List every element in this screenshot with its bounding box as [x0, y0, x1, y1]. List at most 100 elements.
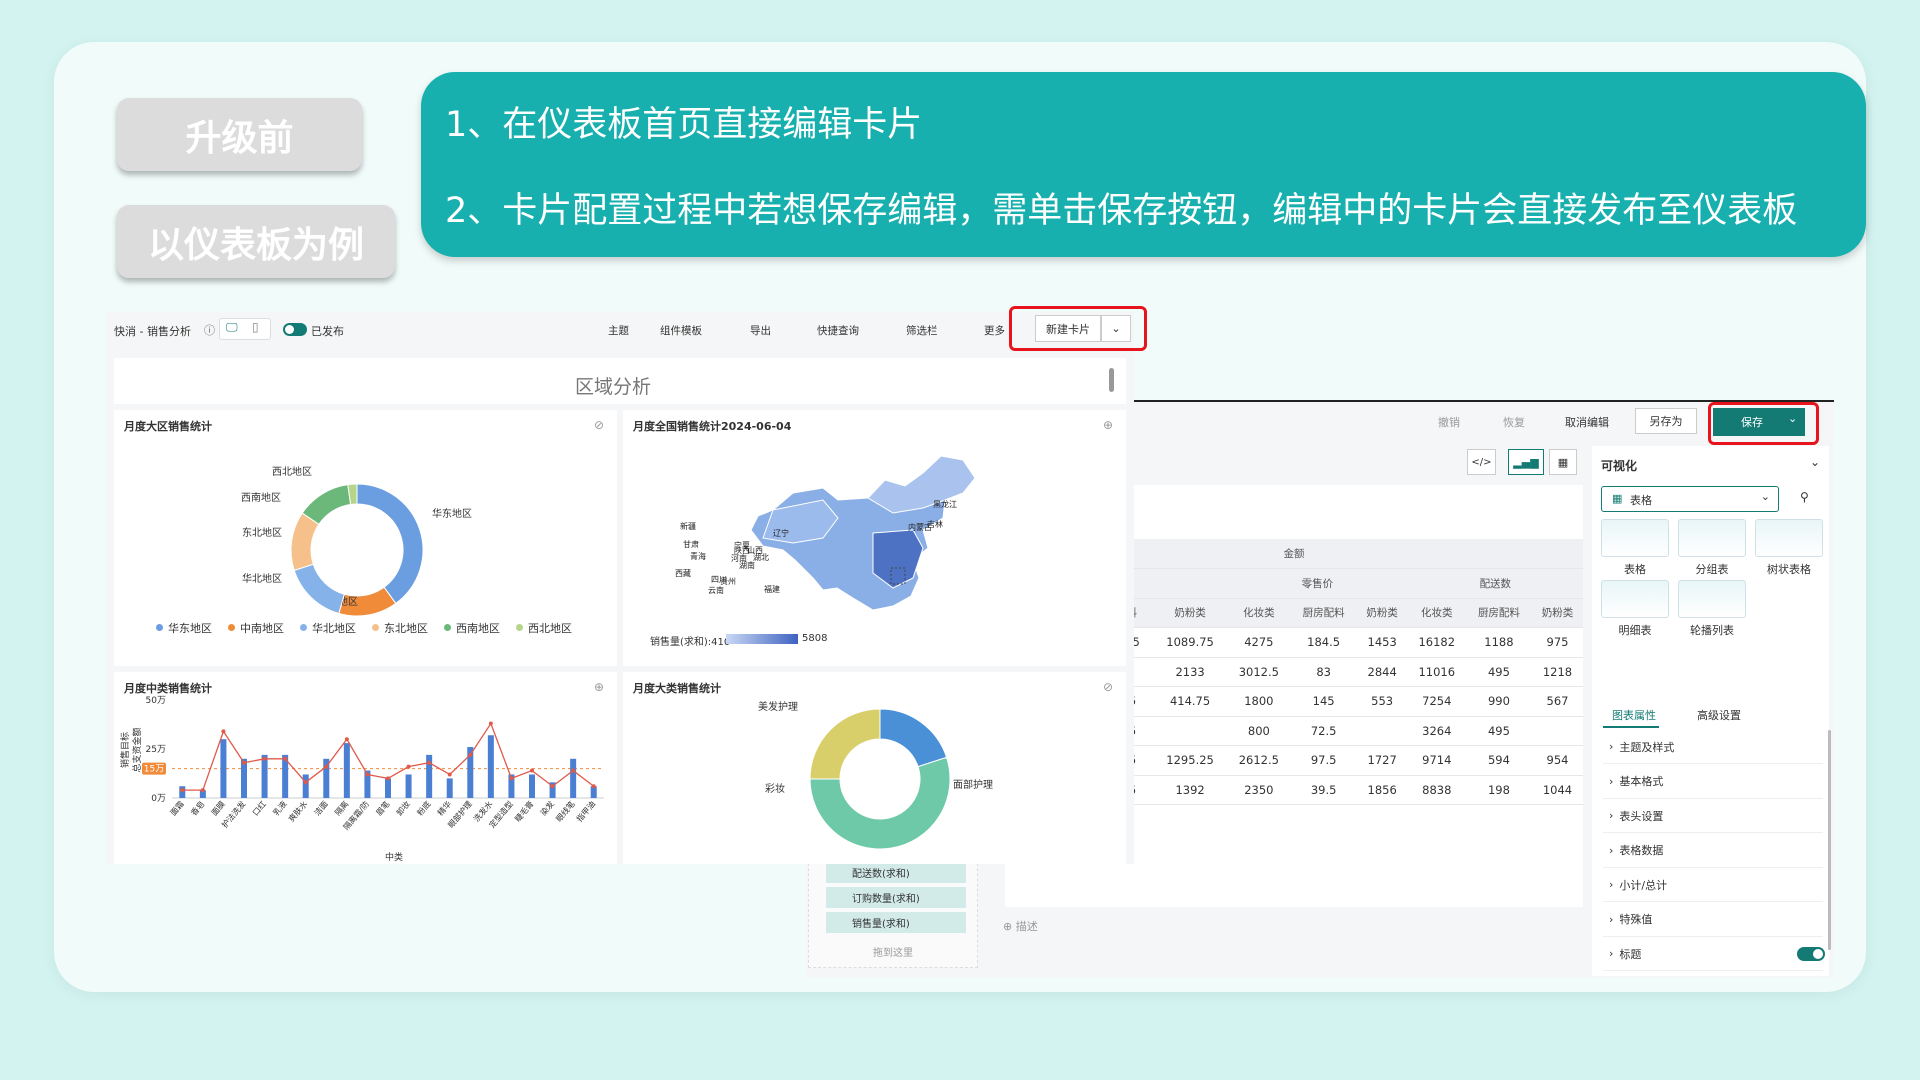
line-point[interactable] — [221, 729, 226, 734]
chart-type-option[interactable]: 表格 — [1601, 519, 1669, 577]
legend-item[interactable]: 西北地区 — [516, 620, 572, 636]
pie-slice[interactable] — [301, 484, 352, 525]
property-item[interactable]: › 表头设置 — [1603, 799, 1823, 833]
line-point[interactable] — [427, 760, 432, 765]
search-icon[interactable]: ⚲ — [1800, 490, 1809, 504]
line-point[interactable] — [303, 780, 308, 785]
line-point[interactable] — [242, 760, 246, 765]
pie-slice[interactable] — [809, 708, 881, 780]
legend-item[interactable]: 华东地区 — [156, 620, 212, 636]
chart-type-option[interactable]: 树状表格 — [1755, 519, 1823, 577]
collapse-icon[interactable]: ⌄ — [1810, 455, 1820, 469]
line-point[interactable] — [447, 772, 452, 777]
toolbar-item[interactable]: 更多 — [984, 323, 1005, 338]
save-as-button[interactable]: 另存为 — [1635, 408, 1697, 434]
download-icon[interactable]: ⊕ — [1103, 418, 1113, 432]
field-pill[interactable]: 销售量(求和) — [826, 912, 966, 933]
toolbar-item[interactable]: 筛选栏 — [906, 323, 938, 338]
chevron-right-icon: › — [1609, 740, 1614, 753]
bar[interactable] — [385, 778, 391, 798]
field-pill[interactable]: 配送数(求和) — [826, 862, 966, 883]
bar[interactable] — [220, 739, 227, 798]
tab-advanced[interactable]: 高级设置 — [1697, 707, 1741, 723]
property-item[interactable]: › 标题 — [1603, 937, 1823, 971]
bar[interactable] — [529, 774, 535, 798]
line-point[interactable] — [180, 788, 185, 793]
bar[interactable] — [570, 758, 577, 798]
line-point[interactable] — [571, 768, 576, 773]
table-cell: 97.5 — [1290, 745, 1357, 776]
bar[interactable] — [302, 774, 309, 798]
table-view-icon[interactable]: ▦ — [1549, 449, 1577, 475]
toolbar-item[interactable]: 快捷查询 — [817, 323, 859, 338]
line-point[interactable] — [406, 764, 411, 769]
tab-chart-props[interactable]: 图表属性 — [1612, 707, 1656, 723]
toolbar-item[interactable]: 组件模板 — [660, 323, 702, 338]
line-point[interactable] — [283, 756, 288, 761]
bar[interactable] — [405, 774, 412, 798]
col-header: 奶粉类 — [1356, 598, 1408, 628]
property-item[interactable]: › 基本格式 — [1603, 765, 1823, 799]
title-toggle[interactable] — [1797, 947, 1825, 961]
chart-type-option[interactable]: 明细表 — [1601, 580, 1669, 638]
property-label: 特殊值 — [1619, 913, 1653, 926]
field-pill[interactable]: 订购数量(求和) — [826, 887, 966, 908]
describe-button[interactable]: ⊕ 描述 — [1003, 918, 1038, 934]
table-cell — [1153, 716, 1228, 746]
line-point[interactable] — [488, 721, 493, 726]
publish-toggle[interactable] — [283, 323, 307, 336]
toolbar-item[interactable]: 导出 — [750, 323, 771, 338]
property-item[interactable]: › 特殊值 — [1603, 903, 1823, 937]
table-cell: 4275 — [1227, 627, 1291, 658]
device-switch[interactable]: 🖵 ▯ — [219, 318, 271, 340]
map-region-label: 河南 — [731, 554, 747, 563]
mobile-icon[interactable]: ▯ — [252, 320, 259, 334]
code-icon[interactable]: </> — [1467, 449, 1496, 475]
line-point[interactable] — [468, 752, 473, 757]
map-region-label: 福建 — [764, 585, 780, 594]
line-point[interactable] — [262, 756, 267, 761]
legend-label: 西南地区 — [456, 621, 500, 635]
legend-item[interactable]: 东北地区 — [372, 620, 428, 636]
bar[interactable] — [261, 754, 268, 798]
undo-button[interactable]: 撤销 — [1438, 414, 1460, 430]
line-point[interactable] — [386, 776, 390, 781]
redo-button[interactable]: 恢复 — [1503, 414, 1525, 430]
chart-view-icon[interactable]: ▂▄▆ — [1508, 449, 1544, 475]
cancel-edit-button[interactable]: 取消编辑 — [1565, 414, 1609, 430]
line-point[interactable] — [550, 784, 555, 789]
property-item[interactable]: › 表格数据 — [1603, 834, 1823, 868]
line-point[interactable] — [200, 788, 205, 793]
chart-type-option[interactable]: 分组表 — [1678, 519, 1746, 577]
toolbar-item[interactable]: 主题 — [608, 323, 629, 338]
x-tick-label: 卸妆 — [394, 799, 412, 818]
line-point[interactable] — [344, 737, 349, 742]
legend-item[interactable]: 华北地区 — [300, 620, 356, 636]
property-item[interactable]: › 主题及样式 — [1603, 730, 1823, 764]
sidebar-scrollbar[interactable] — [1828, 730, 1831, 950]
category-donut-chart: 美发护理面部护理 彩妆 — [758, 700, 993, 850]
pie-slice[interactable] — [356, 483, 424, 605]
dashboard-scrollbar[interactable] — [1109, 368, 1114, 392]
pie-slice[interactable] — [879, 708, 948, 768]
line-point[interactable] — [591, 784, 596, 789]
table-cell: 1727 — [1356, 745, 1408, 776]
line-point[interactable] — [530, 768, 534, 773]
col-header: 厨房配料 — [1290, 598, 1357, 628]
line-point[interactable] — [324, 764, 329, 769]
legend-item[interactable]: 中南地区 — [228, 620, 284, 636]
line-point[interactable] — [365, 772, 370, 777]
x-tick-label: 香皂 — [188, 799, 206, 818]
line-point[interactable] — [509, 776, 514, 781]
table-cell: 2844 — [1356, 657, 1408, 687]
desktop-icon[interactable]: 🖵 — [226, 320, 238, 335]
property-label: 表头设置 — [1619, 809, 1664, 823]
bar[interactable] — [487, 735, 494, 798]
chart-type-option[interactable]: 轮播列表 — [1678, 580, 1746, 638]
property-item[interactable]: › 小计/总计 — [1603, 868, 1823, 902]
bar[interactable] — [343, 743, 350, 798]
chevron-right-icon: › — [1609, 809, 1614, 822]
legend-item[interactable]: 西南地区 — [444, 620, 500, 636]
bar[interactable] — [446, 778, 453, 798]
chart-type-select[interactable]: 表格 ⌄ ▦ — [1601, 486, 1779, 512]
